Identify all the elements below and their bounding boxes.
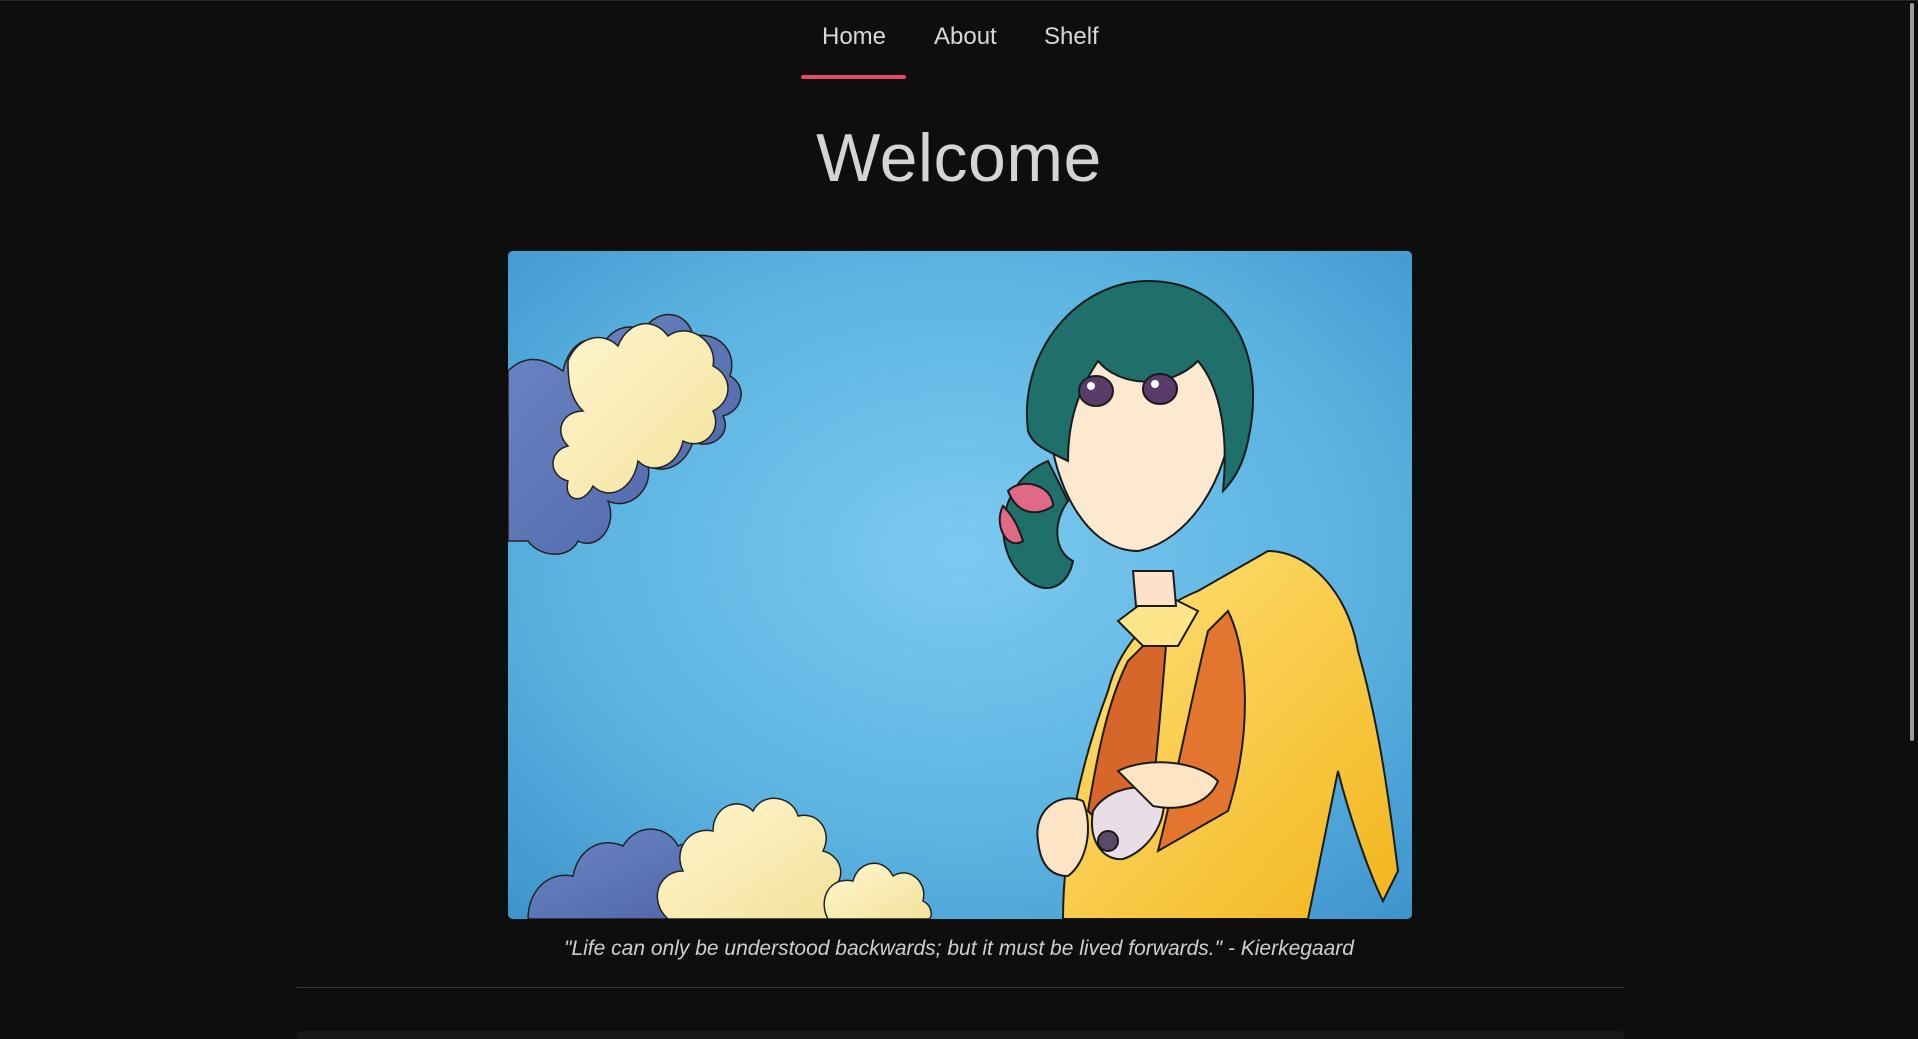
quote-text: "Life can only be understood backwards; … [564,937,1354,960]
nav-item-home[interactable]: Home [822,23,886,51]
nav-item-shelf[interactable]: Shelf [1044,23,1099,51]
scrollbar[interactable] [1904,1,1918,1039]
active-nav-indicator [801,75,906,79]
scrollbar-thumb[interactable] [1910,3,1914,741]
hero-image [508,251,1412,919]
page: Home About Shelf Welcome "Life can only … [0,0,1918,1039]
top-nav: Home About Shelf [0,1,1918,81]
section-divider [297,987,1624,988]
next-section-panel [297,1031,1624,1039]
nav-item-about[interactable]: About [934,23,997,51]
page-title: Welcome [816,120,1102,196]
